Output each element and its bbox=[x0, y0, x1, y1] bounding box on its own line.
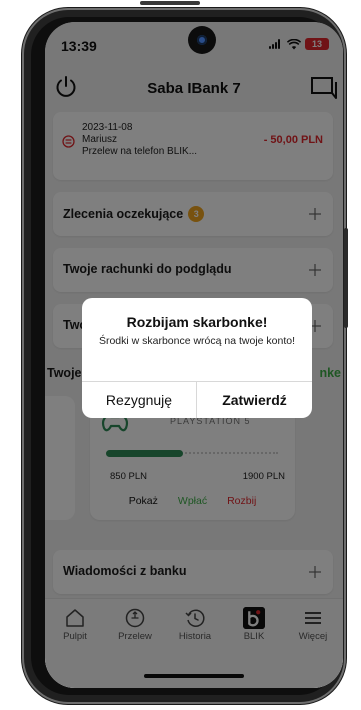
confirm-button[interactable]: Zatwierdź bbox=[197, 381, 312, 418]
phone-speaker bbox=[140, 1, 200, 5]
phone-side-button bbox=[344, 228, 348, 328]
app-screen: 13:39 13 Saba IBank 7 bbox=[45, 22, 343, 688]
dialog-title: Rozbijam skarbonke! bbox=[126, 314, 268, 330]
camera-icon bbox=[188, 26, 216, 54]
cancel-button[interactable]: Rezygnuję bbox=[82, 381, 196, 418]
confirm-dialog: Rozbijam skarbonke! Środki w skarbonce w… bbox=[82, 298, 312, 418]
device-stage: 13:39 13 Saba IBank 7 bbox=[0, 0, 361, 710]
dialog-message: Środki w skarbonce wrócą na twoje konto! bbox=[98, 335, 296, 347]
